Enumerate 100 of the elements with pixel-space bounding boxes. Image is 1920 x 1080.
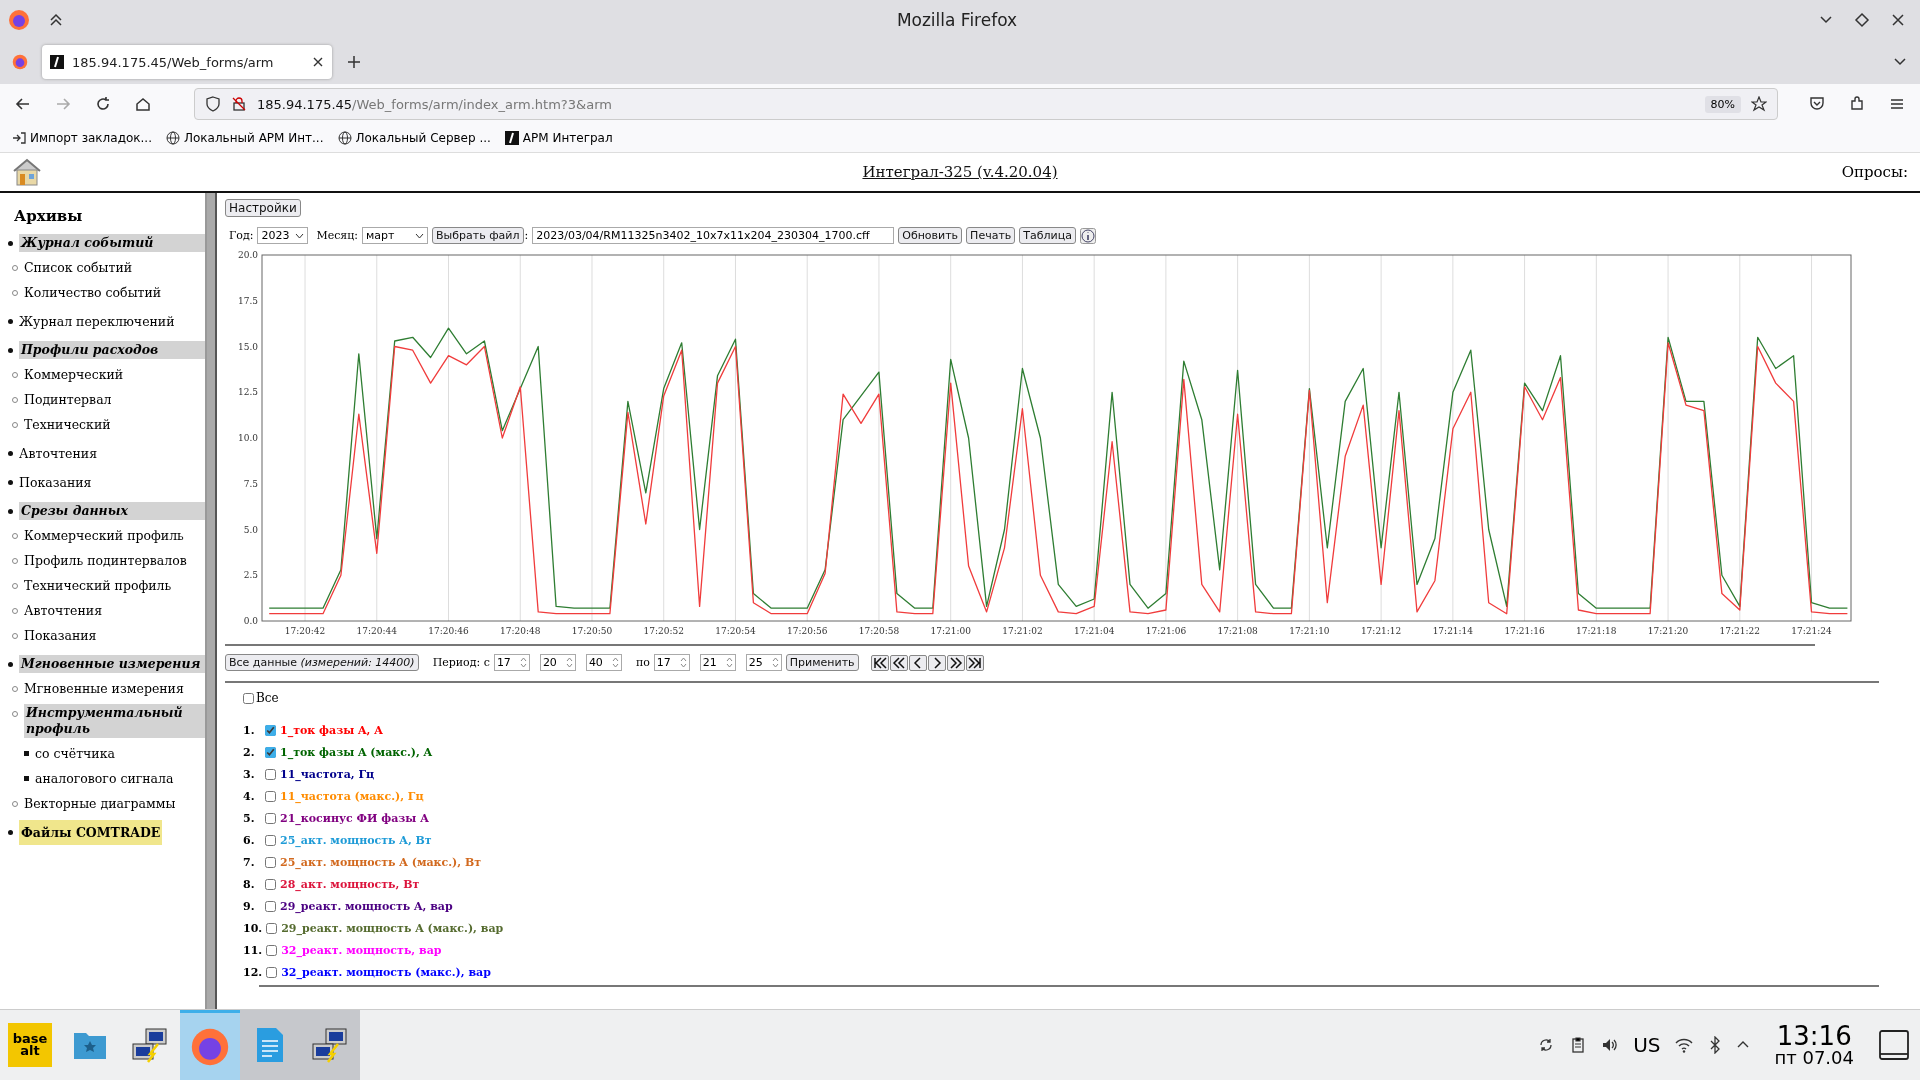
toolbar-button[interactable]: Обновить: [898, 227, 963, 244]
checkbox[interactable]: [265, 746, 276, 758]
sidebar-item[interactable]: Векторные диаграммы: [24, 791, 205, 816]
choose-file-button[interactable]: Выбрать файл: [432, 227, 524, 244]
browser-tab[interactable]: 185.94.175.45/Web_forms/arm: [42, 45, 332, 79]
year-select[interactable]: 2023: [257, 227, 309, 244]
maximize-icon[interactable]: [1854, 12, 1870, 28]
checkbox[interactable]: [265, 724, 276, 736]
sidebar-item[interactable]: Авточтения: [24, 598, 205, 623]
sidebar-item[interactable]: Технический: [24, 412, 205, 437]
toolbar-button[interactable]: Печать: [966, 227, 1016, 244]
channel-label[interactable]: 32_реакт. мощность (макс.), вар: [281, 965, 491, 979]
close-icon[interactable]: [312, 56, 324, 68]
time-field[interactable]: 20: [539, 654, 576, 671]
taskbar-app[interactable]: [300, 1010, 360, 1080]
sidebar-item[interactable]: Список событий: [24, 255, 205, 280]
checkbox[interactable]: [266, 966, 278, 978]
checkbox[interactable]: [265, 856, 276, 868]
all-data-button[interactable]: Все данные (измерений: 14400): [225, 654, 419, 671]
pane-splitter[interactable]: [205, 193, 217, 1009]
reload-icon[interactable]: [94, 95, 112, 113]
sidebar-item[interactable]: Мгновенные измерения: [24, 676, 205, 701]
checkbox[interactable]: [265, 812, 276, 824]
checkbox[interactable]: [265, 790, 276, 802]
sidebar-section[interactable]: Инструментальный профиль: [24, 704, 205, 738]
first-page-button[interactable]: [870, 654, 889, 671]
sidebar-item[interactable]: Журнал переключений: [19, 309, 205, 334]
next-button[interactable]: [927, 654, 946, 671]
show-desktop-icon[interactable]: [1878, 1029, 1910, 1061]
clock-date[interactable]: пт 07.04: [1774, 1049, 1854, 1067]
sidebar-item[interactable]: Показания: [19, 470, 205, 495]
chevrons-up-icon[interactable]: [48, 12, 64, 28]
puzzle-icon[interactable]: [1848, 95, 1866, 113]
sidebar-section[interactable]: Журнал событий: [19, 234, 205, 252]
app-title-link[interactable]: Интеграл-325 (v.4.20.04): [862, 163, 1058, 181]
sidebar-item[interactable]: Коммерческий: [24, 362, 205, 387]
checkbox[interactable]: [265, 834, 276, 846]
star-icon[interactable]: [1751, 96, 1767, 112]
channel-label[interactable]: 1_ток фазы A (макс.), A: [280, 745, 433, 759]
sidebar-section[interactable]: Профили расходов: [19, 341, 205, 359]
info-icon[interactable]: [1079, 227, 1096, 244]
checkbox[interactable]: [265, 900, 276, 912]
bookmark[interactable]: Локальный Сервер ...: [337, 131, 491, 145]
sidebar-section[interactable]: Мгновенные измерения: [19, 655, 205, 673]
toolbar-button[interactable]: Таблица: [1019, 227, 1076, 244]
checkbox[interactable]: [265, 768, 276, 780]
taskbar-app[interactable]: [180, 1010, 240, 1080]
sidebar-item[interactable]: со счётчика: [35, 741, 205, 766]
close-icon[interactable]: [1890, 12, 1906, 28]
address-bar[interactable]: 185.94.175.45/Web_forms/arm/index_arm.htm?3&arm 80%: [194, 88, 1778, 120]
checkbox[interactable]: [243, 692, 254, 704]
home-icon[interactable]: [134, 95, 152, 113]
sidebar-item[interactable]: Профиль подинтервалов: [24, 548, 205, 573]
fast-back-button[interactable]: [889, 654, 908, 671]
wifi-icon[interactable]: [1674, 1036, 1695, 1054]
sidebar-item[interactable]: Показания: [24, 623, 205, 648]
fast-forward-button[interactable]: [946, 654, 965, 671]
channel-label[interactable]: 25_акт. мощность A (макс.), Вт: [280, 855, 482, 869]
lock-slash-icon[interactable]: [231, 96, 247, 112]
pocket-icon[interactable]: [1808, 95, 1826, 113]
time-field[interactable]: 21: [699, 654, 736, 671]
sidebar-item[interactable]: Файлы COMTRADE: [19, 820, 163, 845]
channel-label[interactable]: 29_реакт. мощность A (макс.), вар: [281, 921, 504, 935]
zoom-badge[interactable]: 80%: [1704, 95, 1741, 113]
channel-label[interactable]: 11_частота, Гц: [280, 767, 375, 781]
keyboard-layout-indicator[interactable]: US: [1633, 1033, 1661, 1057]
start-menu-button[interactable]: base alt: [8, 1023, 52, 1067]
skip-end-icon: [967, 656, 982, 669]
time-field[interactable]: 25: [745, 654, 782, 671]
apply-button[interactable]: Применить: [785, 654, 859, 671]
bookmark[interactable]: АРМ Интеграл: [504, 131, 613, 145]
file-path-field[interactable]: 2023/03/04/RM11325n3402_10x7x11x204_230304_1700.cff: [532, 227, 895, 244]
firefox-logo-icon[interactable]: [12, 54, 28, 70]
bookmark[interactable]: Импорт закладок...: [12, 131, 152, 145]
time-field[interactable]: 40: [585, 654, 622, 671]
checkbox[interactable]: [265, 878, 276, 890]
checkbox[interactable]: [266, 944, 278, 956]
last-page-button[interactable]: [965, 654, 984, 671]
time-field[interactable]: 17: [493, 654, 530, 671]
channel-label[interactable]: 21_косинус ФИ фазы A: [280, 811, 429, 825]
settings-button[interactable]: Настройки: [225, 199, 301, 217]
month-select[interactable]: март: [362, 227, 429, 244]
time-field[interactable]: 17: [653, 654, 690, 671]
channel-label[interactable]: 29_реакт. мощность A, вар: [280, 899, 453, 913]
house-icon[interactable]: [12, 158, 42, 186]
bookmark[interactable]: Локальный АРМ Инт...: [166, 131, 324, 145]
sidebar-item[interactable]: Количество событий: [24, 280, 205, 305]
checkbox[interactable]: [266, 922, 278, 934]
previous-button[interactable]: [908, 654, 927, 671]
clock-time[interactable]: 13:16: [1776, 1023, 1852, 1049]
shield-icon[interactable]: [205, 96, 221, 112]
sidebar-item[interactable]: Авточтения: [19, 441, 205, 466]
sidebar-item[interactable]: Подинтервал: [24, 387, 205, 412]
plus-icon[interactable]: [346, 54, 362, 70]
sidebar-item[interactable]: Коммерческий профиль: [24, 523, 205, 548]
channel-label[interactable]: 28_акт. мощность, Вт: [280, 877, 420, 891]
sidebar-section[interactable]: Срезы данных: [19, 502, 205, 520]
sidebar-item[interactable]: Технический профиль: [24, 573, 205, 598]
sidebar-item[interactable]: аналогового сигнала: [35, 766, 205, 791]
channel-label[interactable]: 1_ток фазы A, A: [280, 723, 383, 737]
